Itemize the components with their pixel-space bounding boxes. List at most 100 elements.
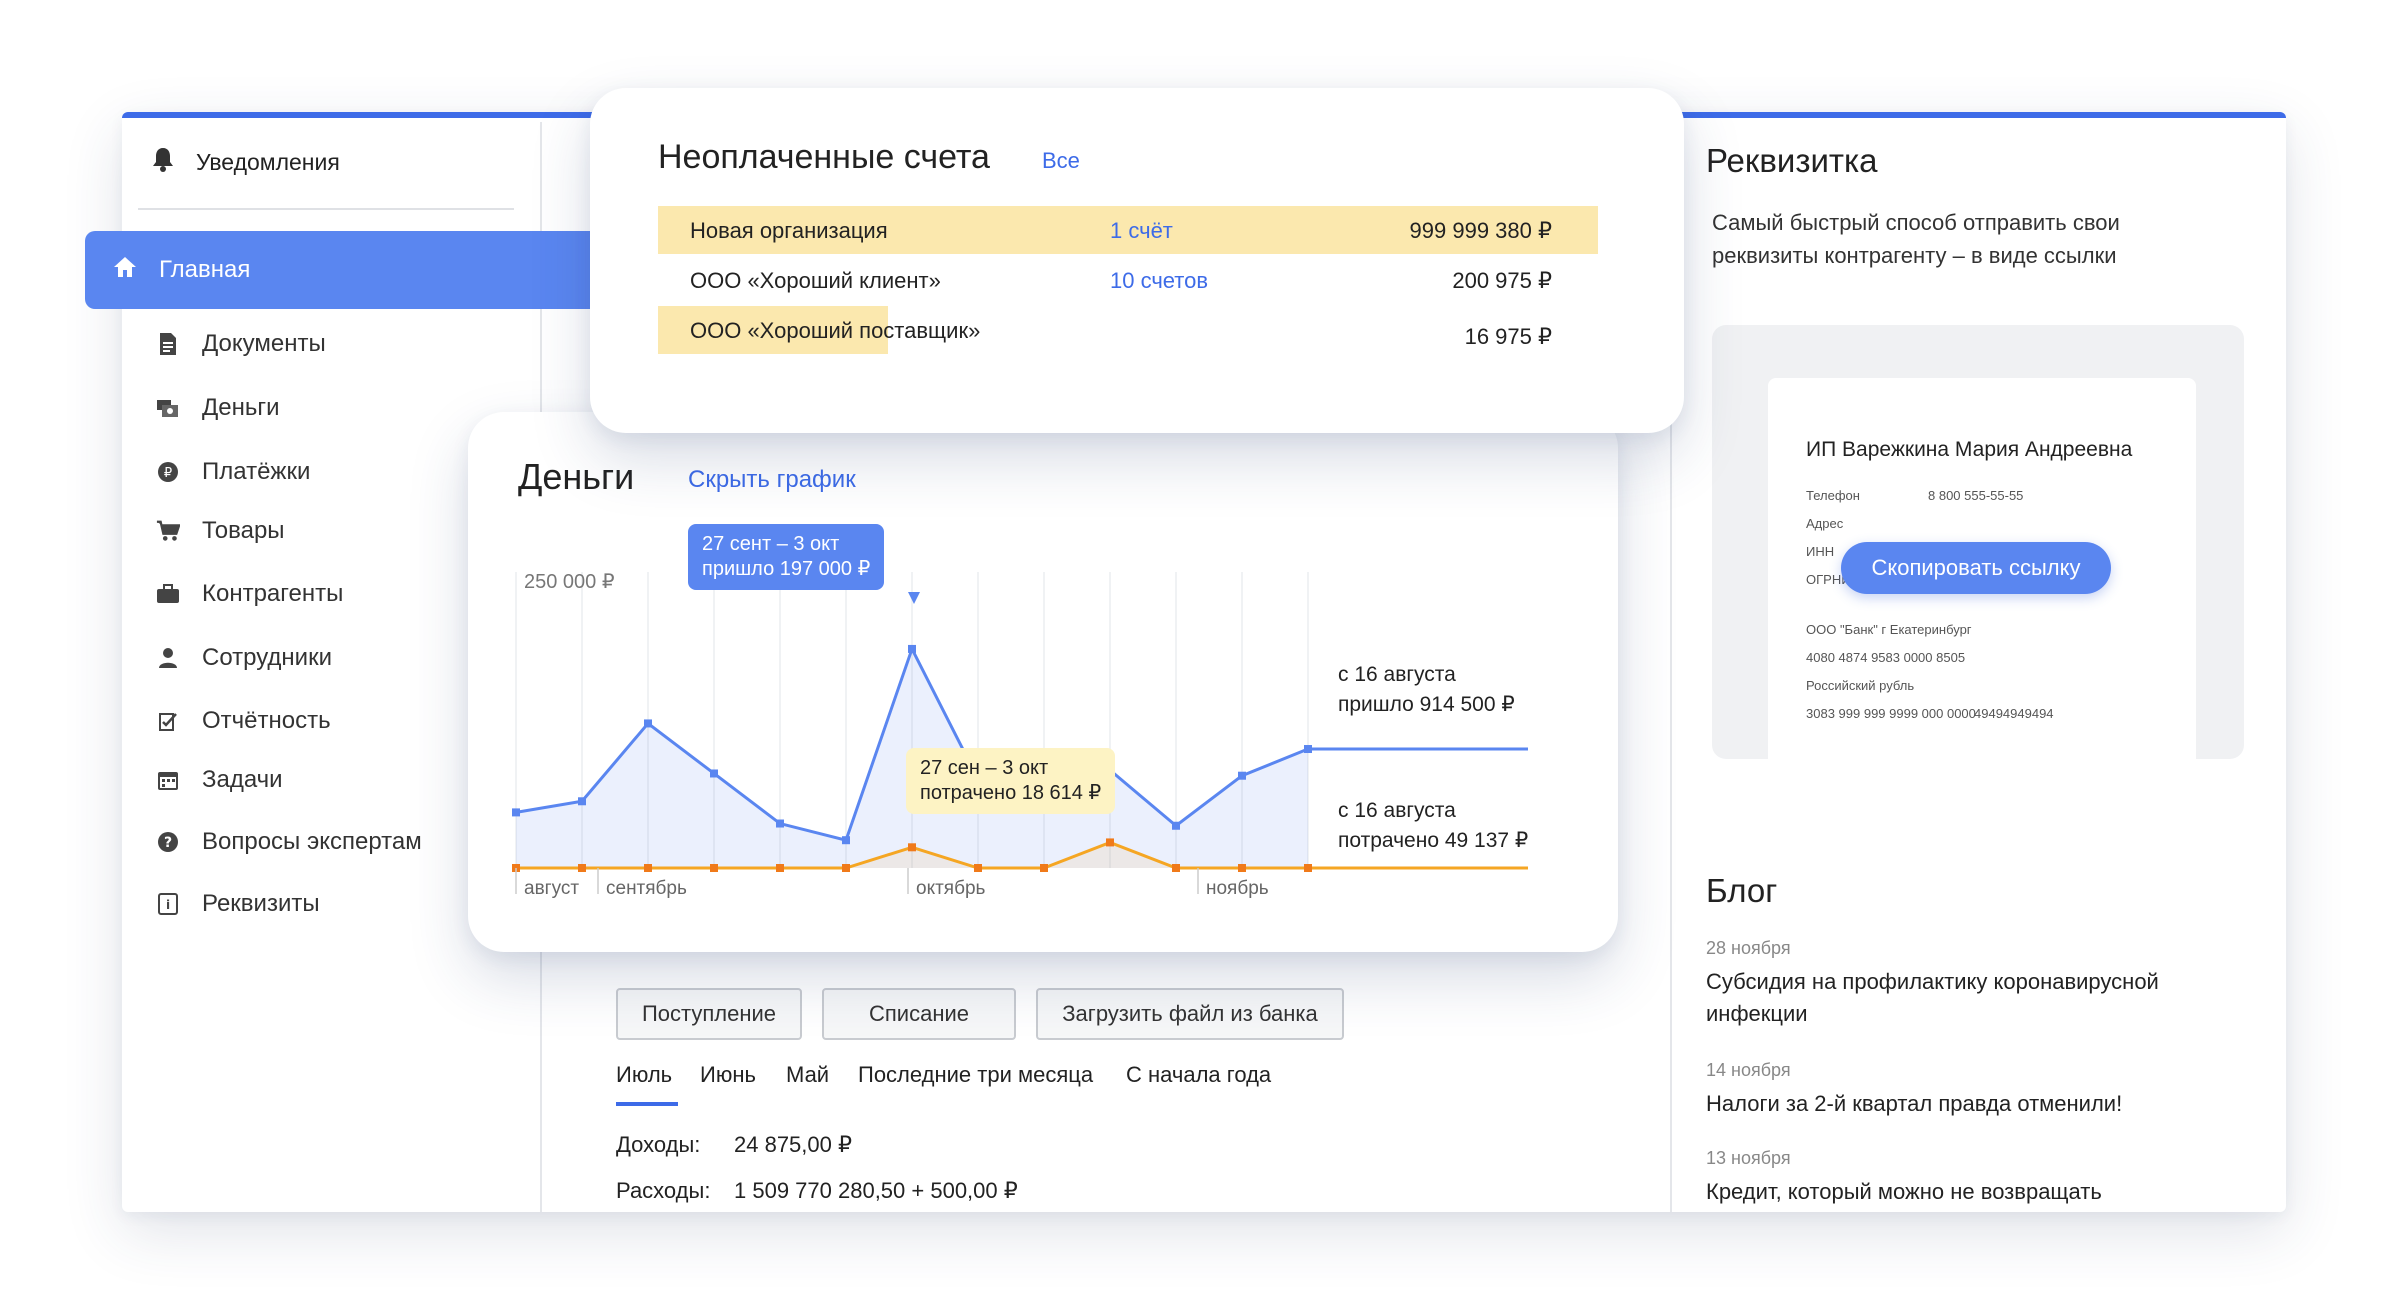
all-invoices-link[interactable]: Все [1042,148,1080,174]
summary-line: с 16 августа [1338,663,1456,686]
active-tab-underline [616,1102,678,1106]
report-check-icon [156,709,180,733]
sidebar-item-label: Деньги [202,394,280,421]
sidebar-item-label: Задачи [202,766,283,793]
blog-post-date: 14 ноября [1706,1060,1791,1080]
sidebar-item-label: Реквизиты [202,890,320,917]
expense-point [908,843,916,852]
tab-june[interactable]: Июнь [700,1062,756,1088]
svg-text:?: ? [164,835,172,851]
income-point [776,819,784,828]
blog-post-date: 13 ноября [1706,1148,1791,1168]
sidebar-item-label: Товары [202,517,285,544]
income-tooltip: 27 сент – 3 окт пришло 197 000 ₽ [688,524,885,590]
home-icon [113,256,137,285]
expense-point [578,864,586,872]
ruble-coin-icon: ₽ [156,460,180,484]
cart-icon [156,519,180,543]
upload-bank-file-button[interactable]: Загрузить файл из банка [1036,988,1344,1040]
expense-point [1172,864,1180,872]
income-label: Доходы: [616,1132,701,1157]
expense-value: 1 509 770 280,50 + 500,00 ₽ [734,1178,1018,1203]
income-point [1172,821,1180,830]
bik-value: 49494949494 [1974,706,2054,721]
tooltip-line: 27 сент – 3 окт [702,533,840,555]
notifications-item[interactable]: Уведомления [152,146,340,178]
income-button[interactable]: Поступление [616,988,802,1040]
currency: Российский рубль [1806,678,1915,693]
document-icon [156,332,180,356]
income-point [1238,771,1246,780]
tab-last-three-months[interactable]: Последние три месяца [858,1062,1093,1088]
person-icon [156,646,180,670]
rekvizitka-description: Самый быстрый способ отправить свои рекв… [1712,210,2120,268]
sidebar-item-goods[interactable]: Товары [156,517,285,545]
sidebar-item-experts[interactable]: ? Вопросы экспертам [156,828,422,856]
sidebar-item-label: Отчётность [202,707,331,734]
summary-line: потрачено 49 137 ₽ [1338,829,1529,852]
blog-post-link[interactable]: Налоги за 2-й квартал правда отменили! [1706,1088,2226,1120]
blog-post-link[interactable]: Кредит, который можно не возвращать [1706,1176,2226,1208]
x-tick-label: октябрь [916,878,986,899]
invoice-row-name[interactable]: ООО «Хороший клиент» [690,268,941,294]
sidebar-item-label: Контрагенты [202,580,344,607]
top-accent-bar-right [1670,112,2286,118]
sidebar-item-home[interactable]: Главная [85,231,590,309]
question-icon: ? [156,830,180,854]
income-point [842,836,850,845]
expense-tooltip: 27 сен – 3 окт потрачено 18 614 ₽ [906,748,1116,814]
sidebar-item-tasks[interactable]: Задачи [156,766,283,794]
expense-point [842,864,850,872]
tab-year-to-date[interactable]: С начала года [1126,1062,1271,1088]
svg-text:i: i [166,898,170,912]
tooltip-line: пришло 197 000 ₽ [702,558,871,580]
expense-summary: с 16 августа потрачено 49 137 ₽ [1338,796,1528,856]
expense-point [1040,864,1048,872]
x-tick-label: ноябрь [1206,878,1269,899]
invoice-row-sum: 16 975 ₽ [1464,324,1552,349]
card-owner-name: ИП Варежкина Мария Андреевна [1806,438,2133,461]
income-point [512,808,520,817]
svg-text:₽: ₽ [164,466,172,481]
invoice-row-name[interactable]: Новая организация [690,218,888,244]
divider [138,208,514,210]
expense-point [1304,864,1312,872]
income-summary: с 16 августа пришло 914 500 ₽ [1338,660,1515,720]
sidebar-item-label: Сотрудники [202,644,332,671]
bank-name: ООО "Банк" г Екатеринбург [1806,622,1972,637]
tooltip-line: 27 сен – 3 окт [920,757,1049,779]
account-number: 4080 4874 9583 0000 8505 [1806,650,1966,665]
sidebar-item-label: Платёжки [202,458,311,485]
sidebar-item-employees[interactable]: Сотрудники [156,644,332,672]
sidebar-item-reports[interactable]: Отчётность [156,707,331,735]
sidebar-item-payments[interactable]: ₽ Платёжки [156,458,310,486]
invoice-row-count[interactable]: 10 счетов [1110,268,1208,294]
invoice-row-sum: 200 975 ₽ [1452,268,1552,293]
tooltip-line: потрачено 18 614 ₽ [920,782,1102,804]
phone-value: 8 800 555-55-55 [1928,488,2024,503]
expense-point [1238,864,1246,872]
invoice-row-count[interactable]: 1 счёт [1110,218,1173,244]
blog-title: Блог [1706,872,1778,909]
copy-link-button[interactable]: Скопировать ссылку [1841,542,2111,594]
sidebar-item-requisites[interactable]: i Реквизиты [156,890,320,918]
tab-july[interactable]: Июль [616,1062,672,1088]
x-tick-label: август [524,878,579,899]
expense-button[interactable]: Списание [822,988,1016,1040]
invoice-row-sum: 999 999 380 ₽ [1409,218,1552,243]
address-label: Адрес [1806,516,1844,531]
money-chart-card: Деньги Скрыть график 250 000 ₽ август сент… [468,412,1618,952]
invoice-row-name[interactable]: ООО «Хороший поставщик» [690,318,980,344]
sidebar-item-counterparties[interactable]: Контрагенты [156,580,343,608]
correspondent-account: 3083 999 999 9999 000 0000 [1806,706,1976,721]
sidebar-item-money[interactable]: Деньги [156,394,280,422]
expense-label: Расходы: [616,1178,711,1203]
summary-line: с 16 августа [1338,799,1456,822]
sidebar-item-documents[interactable]: Документы [156,330,326,358]
expense-point [1106,838,1114,847]
blog-post-link[interactable]: Субсидия на профилактику коронавирусной … [1706,966,2226,1030]
income-point [644,719,652,728]
expense-point [776,864,784,872]
phone-label: Телефон [1806,488,1860,503]
tab-may[interactable]: Май [786,1062,829,1088]
